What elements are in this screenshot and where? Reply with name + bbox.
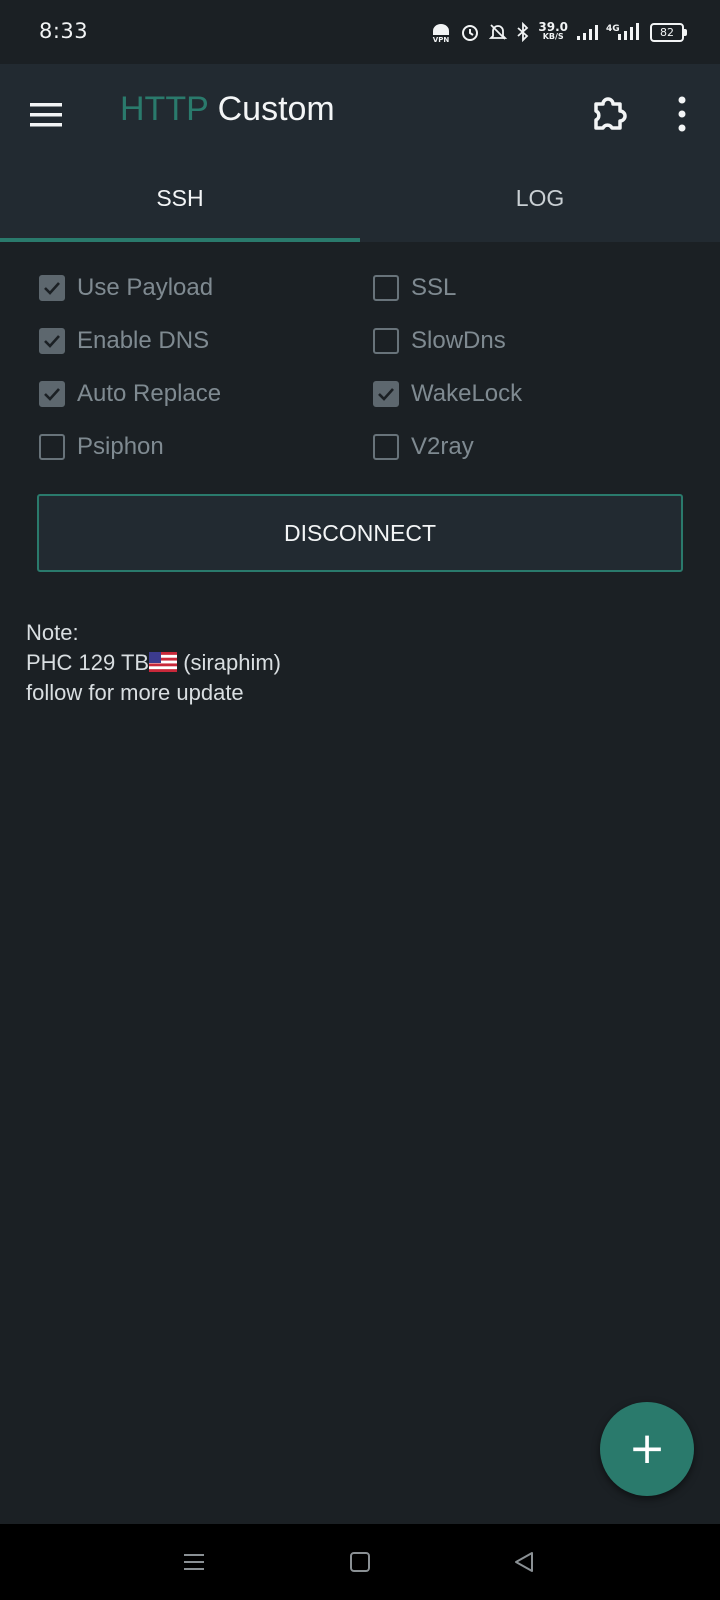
option-wakelock[interactable]: WakeLock	[373, 374, 522, 414]
network-speed: 39.0 KB/S	[538, 20, 568, 41]
vpn-icon: VPN	[433, 24, 450, 43]
signal-icon	[577, 25, 598, 40]
option-label: Enable DNS	[77, 327, 210, 354]
option-auto-replace[interactable]: Auto Replace	[39, 374, 221, 414]
option-label: Auto Replace	[77, 380, 222, 407]
tab-bar: SSH LOG	[0, 154, 720, 242]
home-icon[interactable]	[346, 1548, 374, 1576]
tab-log[interactable]: LOG	[360, 154, 720, 242]
option-label: Use Payload	[77, 274, 214, 301]
checkbox-checked-icon[interactable]	[39, 328, 65, 354]
signal-4g-icon: 4G	[606, 23, 639, 40]
status-bar: 8:33 VPN 39.0 KB/S 4G 82	[0, 0, 720, 64]
option-ssl[interactable]: SSL	[373, 268, 456, 308]
tab-indicator	[0, 238, 360, 242]
option-label: V2ray	[411, 433, 474, 460]
plus-icon: +	[628, 1423, 666, 1474]
option-label: SlowDns	[411, 327, 506, 354]
option-label: SSL	[411, 274, 457, 301]
note-line: follow for more update	[26, 680, 244, 705]
us-flag-icon	[149, 652, 178, 672]
status-icons: VPN 39.0 KB/S 4G 82	[430, 18, 687, 46]
checkbox-icon[interactable]	[39, 434, 65, 460]
option-use-payload[interactable]: Use Payload	[39, 268, 213, 308]
plugin-icon[interactable]	[588, 90, 634, 136]
bluetooth-icon	[517, 22, 529, 42]
mute-bell-icon	[489, 24, 508, 40]
checkbox-checked-icon[interactable]	[373, 381, 399, 407]
back-icon[interactable]	[510, 1548, 538, 1576]
app-title: HTTP Custom	[120, 90, 335, 129]
note-text: Note: PHC 129 TB (siraphim) follow for m…	[26, 618, 281, 708]
app-title-custom: Custom	[217, 90, 335, 128]
battery-icon: 82	[650, 22, 687, 42]
option-label: WakeLock	[411, 380, 523, 407]
svg-text:VPN: VPN	[433, 36, 450, 43]
option-enable-dns[interactable]: Enable DNS	[39, 321, 209, 361]
checkbox-checked-icon[interactable]	[39, 275, 65, 301]
note-line: PHC 129 TB (siraphim)	[26, 650, 282, 675]
option-psiphon[interactable]: Psiphon	[39, 427, 164, 467]
checkbox-icon[interactable]	[373, 434, 399, 460]
tab-ssh[interactable]: SSH	[0, 154, 360, 242]
checkbox-icon[interactable]	[373, 328, 399, 354]
checkbox-checked-icon[interactable]	[39, 381, 65, 407]
option-slowdns[interactable]: SlowDns	[373, 321, 506, 361]
recents-icon[interactable]	[180, 1548, 208, 1576]
menu-icon[interactable]	[28, 96, 68, 136]
app-title-http: HTTP	[120, 90, 209, 128]
navigation-bar	[0, 1524, 720, 1600]
status-time: 8:33	[39, 19, 89, 43]
svg-text:4G: 4G	[606, 24, 620, 34]
add-fab-button[interactable]: +	[600, 1402, 694, 1496]
option-v2ray[interactable]: V2ray	[373, 427, 474, 467]
alarm-icon	[462, 25, 479, 41]
checkbox-icon[interactable]	[373, 275, 399, 301]
option-label: Psiphon	[77, 433, 164, 460]
note-title: Note:	[26, 620, 79, 645]
more-vert-icon[interactable]	[662, 92, 702, 136]
disconnect-button[interactable]: DISCONNECT	[37, 494, 683, 572]
